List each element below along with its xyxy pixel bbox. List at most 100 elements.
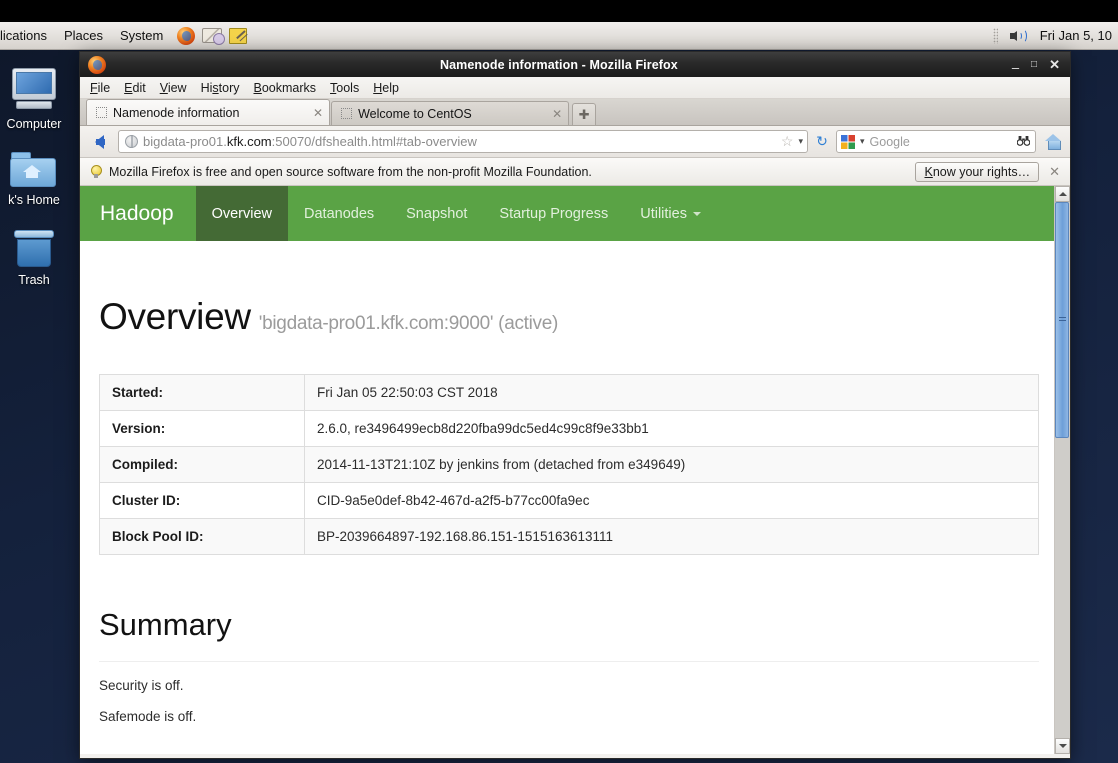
browser-viewport: Hadoop Overview Datanodes Snapshot Start… bbox=[80, 186, 1070, 754]
home-button[interactable] bbox=[1042, 131, 1064, 153]
desktop-icon-computer[interactable]: Computer bbox=[0, 68, 72, 131]
url-bar[interactable]: bigdata-pro01.kfk.com:50070/dfshealth.ht… bbox=[118, 130, 808, 153]
panel-launchers bbox=[177, 26, 248, 45]
computer-icon bbox=[8, 68, 60, 114]
table-cell-value: Fri Jan 05 22:50:03 CST 2018 bbox=[304, 374, 1039, 411]
search-engine-chevron-icon[interactable]: ▾ bbox=[860, 136, 865, 147]
search-bar[interactable]: ▾ Google bbox=[836, 130, 1036, 153]
nav-item-overview[interactable]: Overview bbox=[195, 186, 288, 241]
search-input[interactable]: Google bbox=[870, 135, 1012, 149]
table-row: Cluster ID: CID-9a5e0def-8b42-467d-a2f5-… bbox=[99, 482, 1039, 519]
nav-item-snapshot-label: Snapshot bbox=[406, 205, 468, 222]
new-tab-button[interactable]: ✚ bbox=[572, 103, 597, 125]
volume-icon[interactable] bbox=[1009, 28, 1028, 44]
panel-menu-system[interactable]: System bbox=[120, 28, 163, 43]
url-domain: kfk.com bbox=[226, 134, 272, 149]
window-titlebar[interactable]: Namenode information - Mozilla Firefox –… bbox=[80, 52, 1070, 77]
tab-close-icon[interactable]: ✕ bbox=[552, 107, 562, 121]
summary-line-safemode: Safemode is off. bbox=[99, 709, 197, 724]
tab-favicon-placeholder-icon bbox=[341, 108, 353, 119]
panel-menu-places[interactable]: Places bbox=[64, 28, 103, 43]
desktop-icon-trash[interactable]: Trash bbox=[0, 230, 72, 287]
summary-heading: Summary bbox=[99, 607, 232, 642]
nav-item-snapshot[interactable]: Snapshot bbox=[390, 186, 483, 241]
menu-view[interactable]: View bbox=[160, 81, 187, 95]
firefox-icon[interactable] bbox=[177, 26, 196, 45]
panel-grip-handle[interactable] bbox=[992, 27, 998, 44]
notification-bar: Mozilla Firefox is free and open source … bbox=[80, 158, 1070, 186]
know-your-rights-mnemonic: K bbox=[924, 164, 933, 179]
chevron-down-icon bbox=[1058, 744, 1067, 748]
menu-history[interactable]: History bbox=[201, 81, 240, 95]
nav-item-overview-label: Overview bbox=[211, 205, 272, 222]
summary-divider bbox=[99, 661, 1039, 662]
tab-close-icon[interactable]: ✕ bbox=[313, 106, 323, 120]
browser-toolbar: bigdata-pro01.kfk.com:50070/dfshealth.ht… bbox=[80, 126, 1070, 158]
table-cell-key: Compiled: bbox=[99, 446, 305, 483]
tab-favicon-placeholder-icon bbox=[96, 107, 107, 118]
text-editor-icon[interactable] bbox=[229, 27, 248, 44]
binoculars-search-icon[interactable] bbox=[1016, 135, 1031, 149]
firefox-window: Namenode information - Mozilla Firefox –… bbox=[80, 52, 1070, 758]
menu-tools[interactable]: Tools bbox=[330, 81, 359, 95]
arrow-left-icon bbox=[94, 134, 105, 149]
tab-welcome-to-centos[interactable]: Welcome to CentOS ✕ bbox=[331, 101, 570, 125]
table-cell-value: CID-9a5e0def-8b42-467d-a2f5-b77cc00fa9ec bbox=[304, 482, 1039, 519]
globe-icon bbox=[125, 135, 138, 148]
scrollbar-grip-icon bbox=[1058, 317, 1066, 323]
menu-bookmarks[interactable]: Bookmarks bbox=[254, 81, 317, 95]
know-your-rights-button[interactable]: Know your rights… bbox=[915, 161, 1040, 182]
page-content: Hadoop Overview Datanodes Snapshot Start… bbox=[80, 186, 1054, 754]
page-title-subtitle: 'bigdata-pro01.kfk.com:9000' (active) bbox=[258, 313, 559, 334]
table-cell-key: Version: bbox=[99, 410, 305, 447]
scrollbar-track[interactable] bbox=[1055, 202, 1070, 738]
scrollbar-up-button[interactable] bbox=[1055, 186, 1070, 202]
menu-edit[interactable]: Edit bbox=[124, 81, 146, 95]
reload-icon[interactable]: ↻ bbox=[814, 133, 830, 150]
desktop-icon-computer-label: Computer bbox=[6, 117, 62, 131]
chevron-down-icon[interactable]: ▾ bbox=[798, 136, 803, 147]
nav-item-datanodes-label: Datanodes bbox=[304, 205, 375, 222]
window-minimize-button[interactable]: – bbox=[1012, 61, 1019, 74]
window-close-button[interactable]: ✕ bbox=[1049, 58, 1060, 71]
table-row: Block Pool ID: BP-2039664897-192.168.86.… bbox=[99, 518, 1039, 555]
table-cell-value: BP-2039664897-192.168.86.151-15151636131… bbox=[304, 518, 1039, 555]
lightbulb-icon bbox=[90, 164, 102, 179]
trash-icon bbox=[12, 230, 56, 270]
evolution-mail-icon[interactable] bbox=[202, 28, 226, 45]
nav-item-startup-progress[interactable]: Startup Progress bbox=[483, 186, 624, 241]
window-title: Namenode information - Mozilla Firefox bbox=[439, 57, 678, 72]
page-scrollbar[interactable] bbox=[1054, 186, 1070, 754]
scrollbar-thumb[interactable] bbox=[1055, 202, 1069, 438]
nav-item-datanodes[interactable]: Datanodes bbox=[288, 186, 390, 241]
tab-label: Namenode information bbox=[113, 105, 240, 120]
panel-menu-applications[interactable]: lications bbox=[0, 28, 47, 43]
table-cell-key: Started: bbox=[99, 374, 305, 411]
window-maximize-button[interactable]: □ bbox=[1031, 59, 1037, 70]
panel-menu-group: lications Places System bbox=[0, 28, 163, 43]
hadoop-brand[interactable]: Hadoop bbox=[80, 186, 196, 241]
gnome-top-panel: lications Places System Fri Jan 5, 10 bbox=[0, 22, 1118, 50]
tab-namenode-information[interactable]: Namenode information ✕ bbox=[86, 99, 331, 125]
notification-text: Mozilla Firefox is free and open source … bbox=[109, 164, 592, 179]
notification-close-icon[interactable]: ✕ bbox=[1047, 164, 1062, 180]
bookmark-star-icon[interactable]: ☆ bbox=[781, 133, 794, 150]
scrollbar-down-button[interactable] bbox=[1055, 738, 1070, 754]
desktop-icon-trash-label: Trash bbox=[18, 273, 50, 287]
menu-file[interactable]: File bbox=[90, 81, 110, 95]
chevron-down-icon bbox=[692, 211, 701, 216]
back-button[interactable] bbox=[86, 130, 112, 154]
hadoop-navbar: Hadoop Overview Datanodes Snapshot Start… bbox=[80, 186, 1054, 241]
desktop-icon-home[interactable]: k's Home bbox=[0, 150, 72, 207]
table-cell-key: Cluster ID: bbox=[99, 482, 305, 519]
table-cell-key: Block Pool ID: bbox=[99, 518, 305, 555]
panel-clock[interactable]: Fri Jan 5, 10 bbox=[1040, 28, 1112, 43]
nav-item-utilities[interactable]: Utilities bbox=[624, 186, 717, 241]
nav-item-startup-progress-label: Startup Progress bbox=[499, 205, 609, 222]
nav-item-utilities-label: Utilities bbox=[640, 205, 687, 222]
table-cell-value: 2.6.0, re3496499ecb8d220fba99dc5ed4c99c8… bbox=[304, 410, 1039, 447]
tab-strip: Namenode information ✕ Welcome to CentOS… bbox=[80, 99, 1070, 126]
menu-help[interactable]: Help bbox=[373, 81, 399, 95]
page-body: Overview 'bigdata-pro01.kfk.com:9000' (ac… bbox=[80, 296, 1054, 724]
table-row: Started: Fri Jan 05 22:50:03 CST 2018 bbox=[99, 374, 1039, 411]
